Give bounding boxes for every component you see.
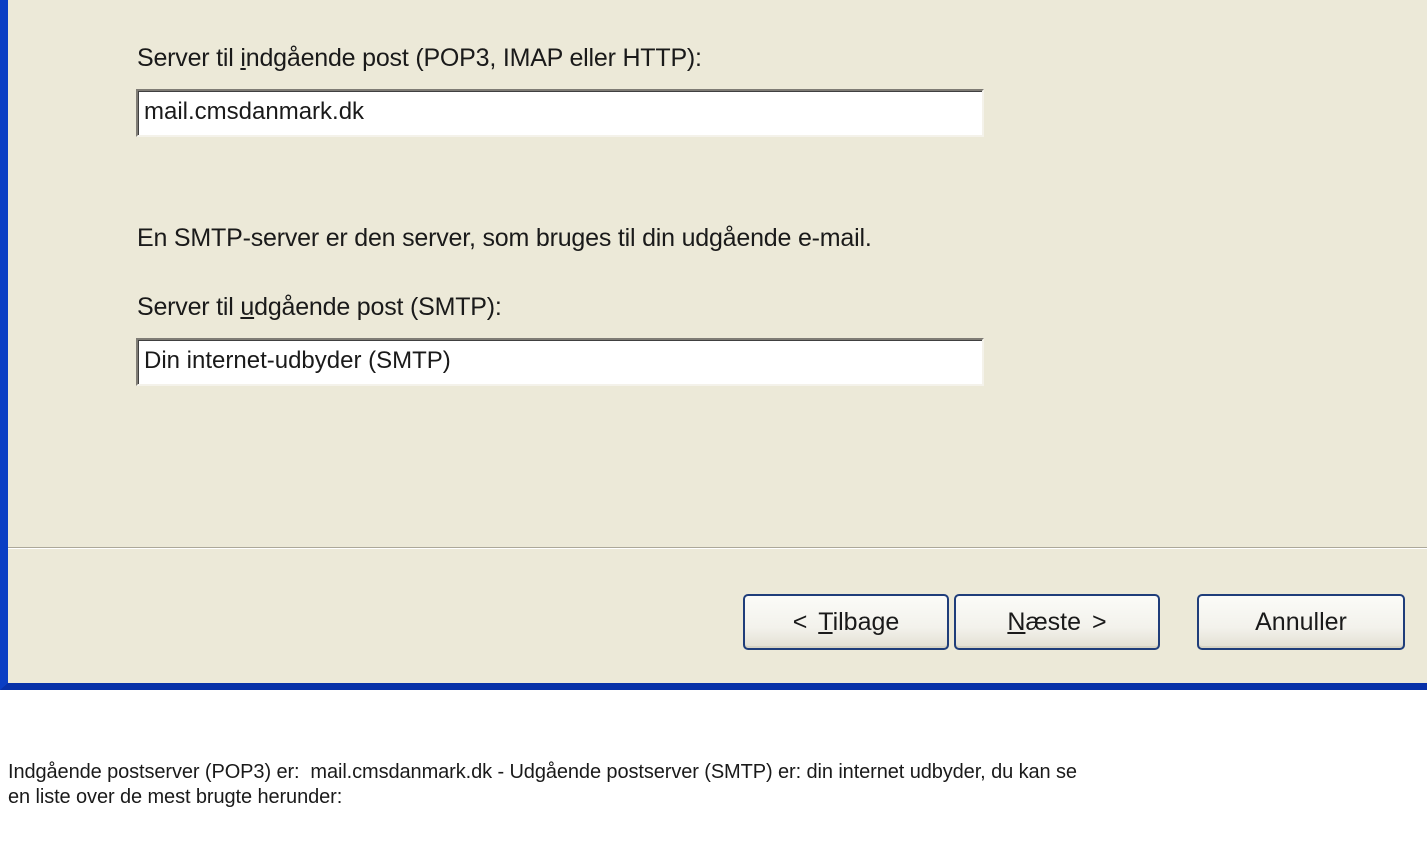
incoming-server-input[interactable]: mail.cmsdanmark.dk	[136, 89, 984, 137]
dialog-divider	[8, 547, 1427, 549]
back-button[interactable]: < Tilbage	[743, 594, 949, 650]
incoming-server-label-prefix: Server til	[137, 44, 241, 72]
smtp-info-text: En SMTP-server er den server, som bruges…	[137, 224, 872, 252]
next-button-suffix: >	[1085, 607, 1107, 636]
back-button-prefix: <	[792, 607, 815, 636]
back-button-text: Tilbage	[818, 608, 899, 637]
outgoing-server-label: Server til udgående post (SMTP):	[137, 293, 502, 322]
next-button-label: Næste >	[1007, 608, 1106, 637]
next-button-text: Næste	[1007, 608, 1081, 637]
back-button-rest: ilbage	[832, 607, 900, 636]
back-button-label: < Tilbage	[793, 608, 900, 637]
back-button-mnemonic: T	[818, 607, 833, 636]
next-button-rest: æste	[1025, 607, 1082, 636]
outgoing-server-label-mnemonic: u	[240, 293, 255, 321]
outgoing-server-label-rest: dgående post (SMTP):	[254, 293, 502, 321]
next-button-mnemonic: N	[1007, 607, 1026, 636]
incoming-server-label-rest: ndgående post (POP3, IMAP eller HTTP):	[245, 44, 702, 72]
account-settings-dialog: Server til indgående post (POP3, IMAP el…	[0, 0, 1427, 690]
next-button[interactable]: Næste >	[954, 594, 1160, 650]
cancel-button[interactable]: Annuller	[1197, 594, 1405, 650]
outgoing-server-input[interactable]: Din internet-udbyder (SMTP)	[136, 338, 984, 386]
info-line-1: Indgående postserver (POP3) er: mail.cms…	[8, 761, 1077, 783]
info-line-2: en liste over de mest brugte herunder:	[8, 786, 343, 808]
incoming-server-label: Server til indgående post (POP3, IMAP el…	[137, 44, 702, 73]
info-paragraph: Indgående postserver (POP3) er: mail.cms…	[8, 760, 1423, 810]
outgoing-server-label-prefix: Server til	[137, 293, 241, 321]
